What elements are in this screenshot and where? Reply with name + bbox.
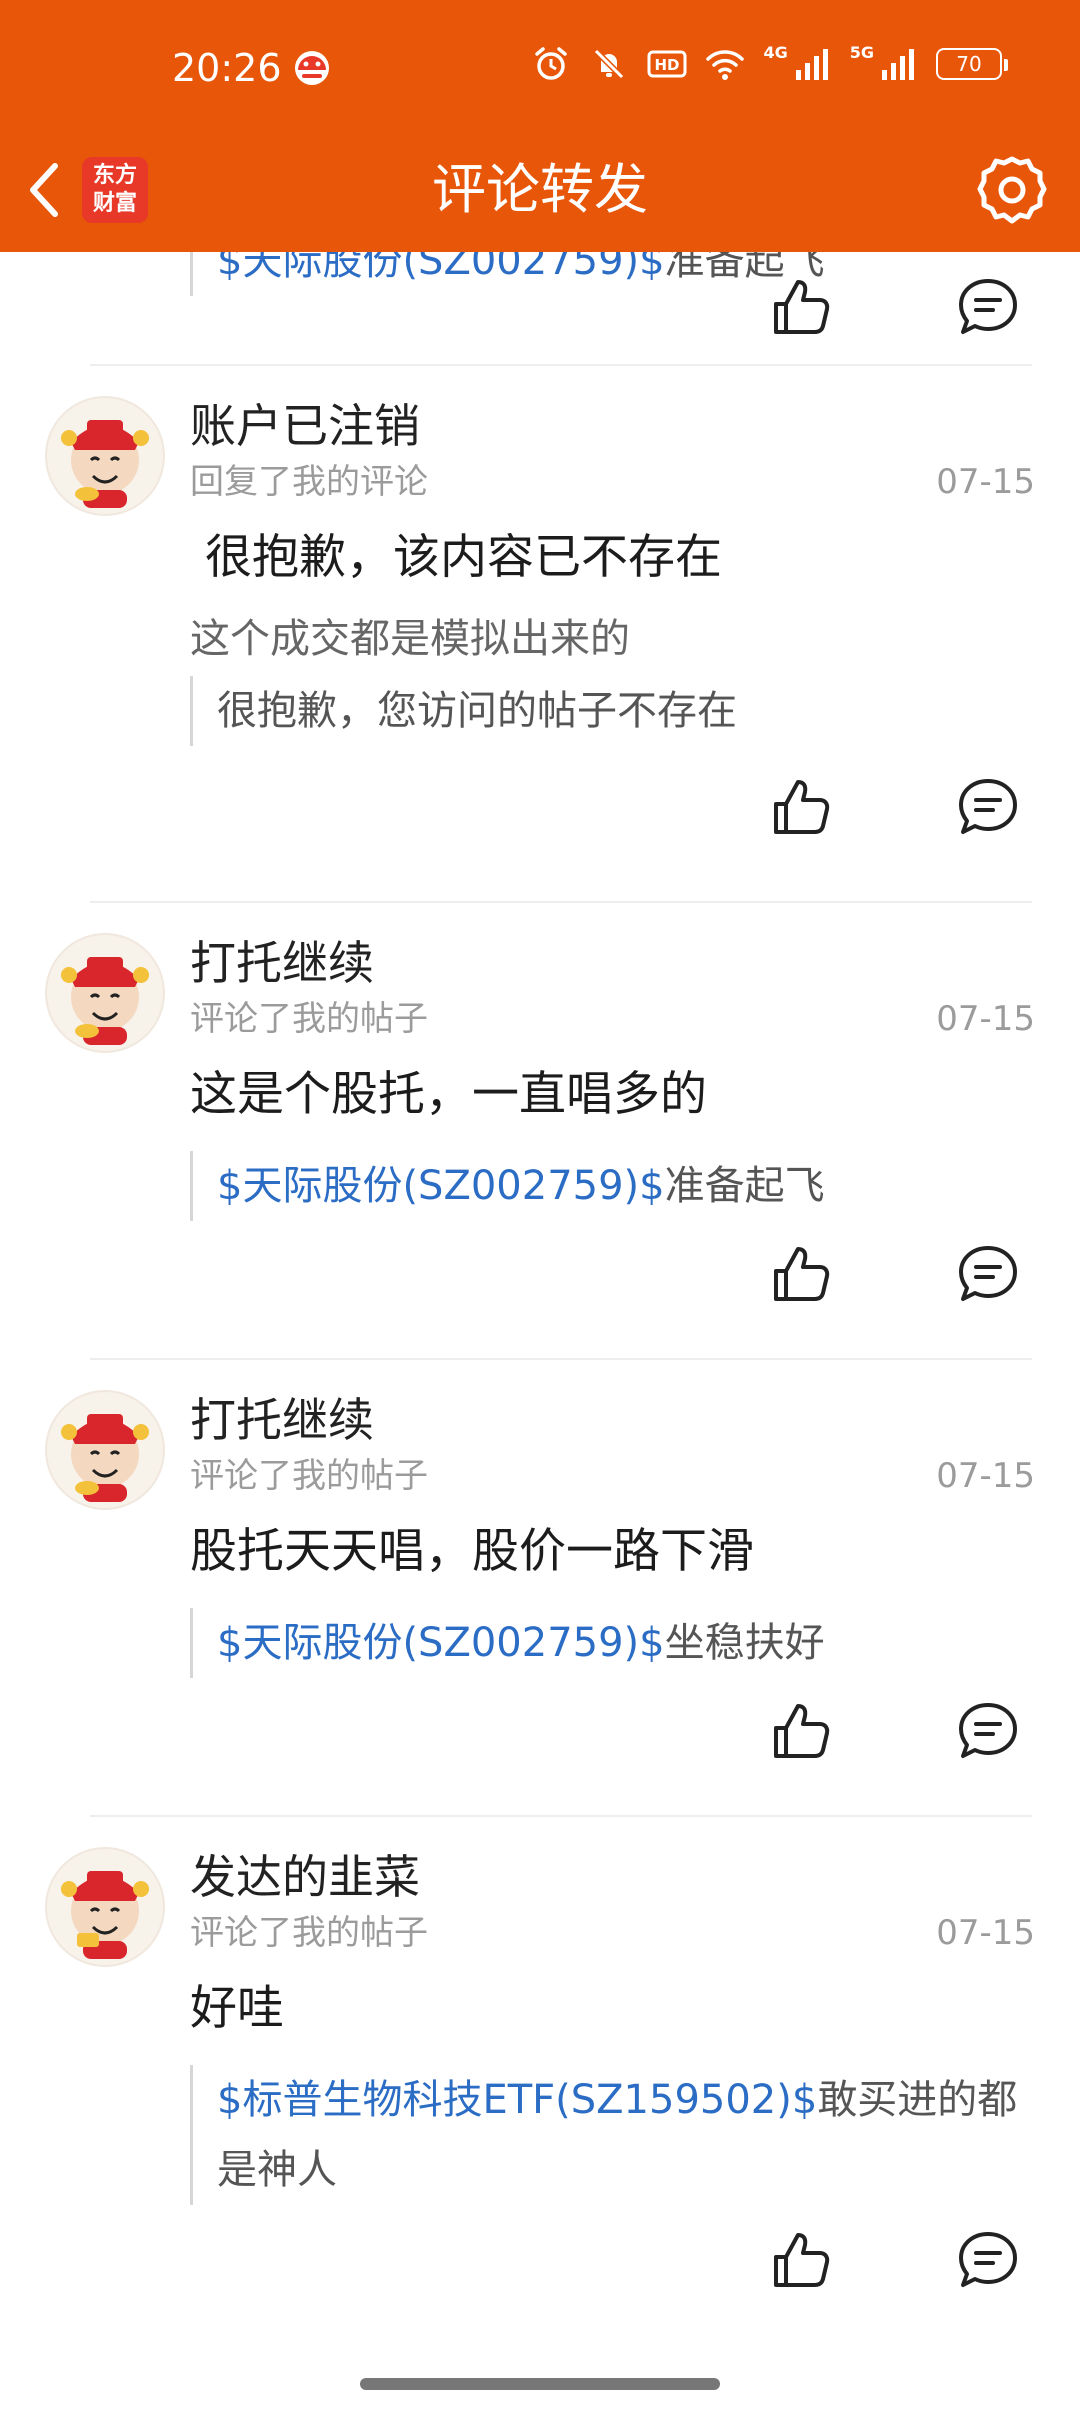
action-text: 回复了我的评论: [190, 462, 428, 502]
date: 07-15: [936, 462, 1035, 502]
hd-icon: HD: [647, 50, 687, 78]
network-2-label: 5G: [849, 42, 874, 62]
signal-icon-2: [882, 49, 914, 80]
thumbs-up-icon[interactable]: [770, 276, 832, 338]
comment-icon[interactable]: [957, 1700, 1019, 1762]
list-item[interactable]: $天际股份(SZ002759)$准备起飞: [0, 252, 1080, 366]
avatar[interactable]: [45, 396, 165, 516]
fortune-god-avatar-icon: [61, 1871, 149, 1959]
home-indicator[interactable]: [360, 2378, 720, 2390]
quote-text: 坐稳扶好: [664, 1620, 825, 1666]
mute-icon: [594, 48, 625, 80]
notification-list[interactable]: $天际股份(SZ002759)$准备起飞 账户已注销 回复了我的评论 07-15…: [0, 252, 1080, 2412]
nav-bar: 东方 财富 评论转发: [0, 135, 1080, 252]
battery-level: 70: [956, 52, 982, 76]
quoted-post[interactable]: $天际股份(SZ002759)$准备起飞: [190, 1151, 1040, 1221]
fortune-god-avatar-icon: [61, 420, 149, 508]
action-text: 评论了我的帖子: [190, 999, 428, 1039]
status-bar: 20:26 HD 4G 5G 70: [0, 0, 1080, 135]
avatar[interactable]: [45, 1847, 165, 1967]
thumbs-up-icon[interactable]: [770, 1700, 832, 1762]
status-icons: HD 4G 5G 70: [531, 42, 1008, 84]
wifi-icon: [706, 50, 745, 80]
network-1-label: 4G: [763, 42, 788, 62]
gear-icon[interactable]: [974, 153, 1050, 229]
top-bar: 20:26 HD 4G 5G 70 东方 财富 评论转发: [0, 0, 1080, 252]
reply-content: 很抱歉，该内容已不存在: [190, 530, 722, 585]
username[interactable]: 发达的韭菜: [190, 1847, 420, 1907]
date: 07-15: [936, 1913, 1035, 1953]
stock-link[interactable]: $天际股份(SZ002759)$: [217, 1163, 665, 1209]
status-time: 20:26: [172, 46, 282, 90]
signal-icon: [795, 49, 828, 80]
action-text: 评论了我的帖子: [190, 1913, 428, 1953]
quoted-post[interactable]: 很抱歉，您访问的帖子不存在: [190, 676, 1040, 746]
stock-link[interactable]: $标普生物科技ETF(SZ159502)$: [217, 2077, 817, 2123]
reply-content: 好哇: [190, 1981, 284, 2036]
quoted-post[interactable]: $天际股份(SZ002759)$准备起飞: [190, 252, 1040, 296]
thumbs-up-icon[interactable]: [770, 2229, 832, 2291]
list-item[interactable]: 打托继续 评论了我的帖子 07-15 股托天天唱，股价一路下滑 $天际股份(SZ…: [0, 1360, 1080, 1817]
quote-text: 很抱歉，您访问的帖子不存在: [217, 688, 737, 734]
date: 07-15: [936, 999, 1035, 1039]
quoted-post[interactable]: $标普生物科技ETF(SZ159502)$敢买进的都是神人: [190, 2065, 1040, 2205]
list-item[interactable]: 发达的韭菜 评论了我的帖子 07-15 好哇 $标普生物科技ETF(SZ1595…: [0, 1817, 1080, 2412]
svg-text:HD: HD: [655, 56, 680, 74]
reply-subtext: 这个成交都是模拟出来的: [190, 616, 630, 662]
comment-icon[interactable]: [957, 276, 1019, 338]
comment-icon[interactable]: [957, 776, 1019, 838]
notification-app-icon: [295, 51, 329, 85]
alarm-icon: [535, 47, 568, 80]
reply-content: 股托天天唱，股价一路下滑: [190, 1524, 754, 1579]
username[interactable]: 账户已注销: [190, 396, 420, 456]
comment-icon[interactable]: [957, 2229, 1019, 2291]
fortune-god-avatar-icon: [61, 1414, 149, 1502]
thumbs-up-icon[interactable]: [770, 776, 832, 838]
list-item[interactable]: 账户已注销 回复了我的评论 07-15 很抱歉，该内容已不存在 这个成交都是模拟…: [0, 366, 1080, 903]
thumbs-up-icon[interactable]: [770, 1243, 832, 1305]
username[interactable]: 打托继续: [190, 1390, 374, 1450]
avatar[interactable]: [45, 933, 165, 1053]
page-title: 评论转发: [432, 158, 648, 221]
quote-text: 准备起飞: [664, 1163, 825, 1209]
username[interactable]: 打托继续: [190, 933, 374, 993]
avatar[interactable]: [45, 1390, 165, 1510]
stock-link[interactable]: $天际股份(SZ002759)$: [217, 1620, 665, 1666]
stock-link[interactable]: $天际股份(SZ002759)$: [217, 252, 665, 284]
list-item[interactable]: 打托继续 评论了我的帖子 07-15 这是个股托，一直唱多的 $天际股份(SZ0…: [0, 903, 1080, 1360]
list-stream: $天际股份(SZ002759)$准备起飞 账户已注销 回复了我的评论 07-15…: [0, 252, 1080, 2412]
battery-indicator: 70: [936, 48, 1008, 80]
fortune-god-avatar-icon: [61, 957, 149, 1045]
action-text: 评论了我的帖子: [190, 1456, 428, 1496]
comment-icon[interactable]: [957, 1243, 1019, 1305]
date: 07-15: [936, 1456, 1035, 1496]
reply-content: 这是个股托，一直唱多的: [190, 1067, 707, 1122]
quoted-post[interactable]: $天际股份(SZ002759)$坐稳扶好: [190, 1608, 1040, 1678]
